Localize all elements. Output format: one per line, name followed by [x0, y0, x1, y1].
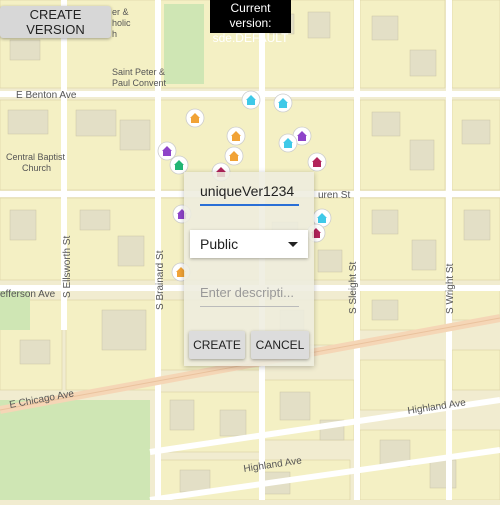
street-label-ellsworth: S Ellsworth St — [62, 236, 73, 298]
poi-label-fragment-1: er & — [112, 7, 129, 17]
house-marker-icon[interactable] — [307, 152, 327, 172]
current-version-display: Current version: sde.DEFAULT — [210, 0, 291, 45]
poi-label-fragment-2: holic — [112, 18, 131, 28]
current-version-value: sde.DEFAULT — [212, 31, 289, 45]
street-label-buren: uren St — [318, 190, 350, 201]
current-version-label: Current version: — [229, 1, 272, 30]
access-selected-value: Public — [200, 236, 239, 252]
street-label-brainard: S Brainard St — [155, 250, 166, 310]
house-marker-icon[interactable] — [224, 146, 244, 166]
create-version-button[interactable]: CREATE VERSION — [0, 6, 111, 38]
house-marker-icon[interactable] — [157, 141, 177, 161]
house-marker-icon[interactable] — [241, 90, 261, 110]
create-version-dialog: uniqueVer1234 Public Enter descripti... … — [184, 172, 314, 366]
house-marker-icon[interactable] — [273, 93, 293, 113]
house-marker-icon[interactable] — [185, 108, 205, 128]
version-name-input[interactable]: uniqueVer1234 — [200, 180, 299, 206]
street-label-benton: E Benton Ave — [16, 90, 77, 101]
poi-label-fragment-3: h — [112, 29, 117, 39]
poi-label-baptist-line2: Church — [22, 163, 51, 173]
poi-label-st-peter-line1: Saint Peter & — [112, 67, 165, 77]
poi-label-st-peter-line2: Paul Convent — [112, 78, 167, 88]
poi-label-baptist-line1: Central Baptist — [6, 152, 66, 162]
dropdown-caret-icon — [288, 242, 298, 247]
access-dropdown[interactable]: Public — [190, 230, 308, 258]
create-button[interactable]: CREATE — [189, 331, 245, 359]
cancel-button[interactable]: CANCEL — [251, 331, 309, 359]
description-input[interactable]: Enter descripti... — [200, 282, 299, 307]
house-marker-icon[interactable] — [226, 126, 246, 146]
street-label-wright: S Wright St — [445, 263, 456, 314]
street-label-jefferson: efferson Ave — [0, 289, 56, 300]
house-marker-icon[interactable] — [278, 133, 298, 153]
street-label-sleight: S Sleight St — [348, 262, 359, 314]
